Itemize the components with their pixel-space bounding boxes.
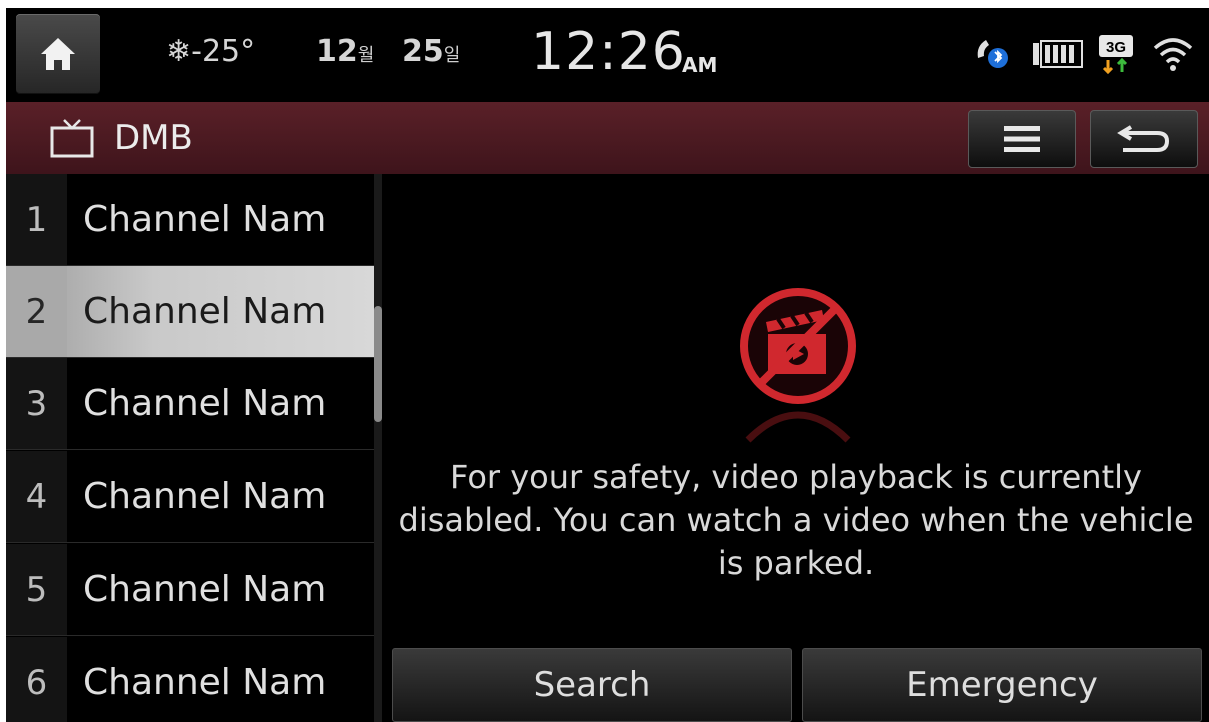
channel-name: Channel Nam bbox=[83, 383, 327, 424]
channel-name: Channel Nam bbox=[83, 199, 327, 240]
channel-row-1[interactable]: 1 Channel Nam bbox=[6, 174, 374, 266]
channel-row-5[interactable]: 5 Channel Nam bbox=[6, 544, 374, 636]
channel-name: Channel Nam bbox=[83, 662, 327, 703]
battery-icon bbox=[1033, 40, 1083, 68]
scrollbar-thumb[interactable] bbox=[374, 306, 382, 422]
scrollbar-track[interactable] bbox=[374, 174, 382, 722]
channel-row-6[interactable]: 6 Channel Nam bbox=[6, 637, 374, 722]
day-number: 25 bbox=[402, 34, 444, 69]
channel-name: Channel Nam bbox=[83, 476, 327, 517]
channel-row-4[interactable]: 4 Channel Nam bbox=[6, 451, 374, 543]
channel-number: 2 bbox=[6, 266, 67, 357]
day-unit: 일 bbox=[443, 45, 461, 66]
date-month: 12월 bbox=[316, 34, 374, 69]
home-button[interactable] bbox=[16, 14, 100, 94]
channel-number: 4 bbox=[6, 451, 67, 542]
channel-row-2[interactable]: 2 Channel Nam bbox=[6, 266, 374, 358]
clock: 12:26 bbox=[531, 22, 686, 82]
am-pm: AM bbox=[682, 53, 718, 77]
menu-icon bbox=[1004, 126, 1040, 152]
3g-data-icon: 3G bbox=[1099, 35, 1133, 74]
channel-number: 3 bbox=[6, 358, 67, 449]
safety-message: For your safety, video playback is curre… bbox=[398, 458, 1194, 582]
channel-number: 6 bbox=[6, 637, 67, 722]
channel-list: 1 Channel Nam 2 Channel Nam 3 Channel Na… bbox=[6, 174, 380, 722]
title-bar: DMB bbox=[6, 102, 1209, 174]
channel-name: Channel Nam bbox=[83, 569, 327, 610]
screen: ❄-25° 12월 25일 12:26 AM 3G DMB 1 Channel … bbox=[6, 8, 1209, 722]
month-unit: 월 bbox=[357, 45, 375, 66]
channel-name: Channel Nam bbox=[83, 291, 327, 332]
page-title: DMB bbox=[114, 118, 193, 158]
menu-button[interactable] bbox=[968, 110, 1076, 168]
home-icon bbox=[41, 38, 75, 70]
back-button[interactable] bbox=[1090, 110, 1198, 168]
main-panel: For your safety, video playback is curre… bbox=[382, 174, 1209, 722]
icon-reflection bbox=[745, 411, 851, 443]
status-bar: ❄-25° 12월 25일 12:26 AM 3G bbox=[6, 8, 1209, 102]
temperature-value: -25° bbox=[191, 34, 256, 69]
month-number: 12 bbox=[316, 34, 358, 69]
snowflake-icon: ❄ bbox=[166, 34, 192, 69]
svg-text:3G: 3G bbox=[1106, 39, 1126, 56]
bluetooth-phone-icon bbox=[977, 40, 1008, 68]
channel-row-3[interactable]: 3 Channel Nam bbox=[6, 358, 374, 450]
emergency-button[interactable]: Emergency bbox=[802, 648, 1202, 722]
wifi-icon bbox=[1153, 38, 1193, 71]
back-icon bbox=[1117, 125, 1170, 152]
channel-number: 1 bbox=[6, 174, 67, 265]
video-disabled-icon bbox=[740, 288, 856, 404]
search-button[interactable]: Search bbox=[392, 648, 792, 722]
channel-number: 5 bbox=[6, 544, 67, 635]
tv-icon bbox=[50, 119, 94, 158]
temperature: ❄-25° bbox=[166, 34, 255, 69]
date-day: 25일 bbox=[402, 34, 460, 69]
